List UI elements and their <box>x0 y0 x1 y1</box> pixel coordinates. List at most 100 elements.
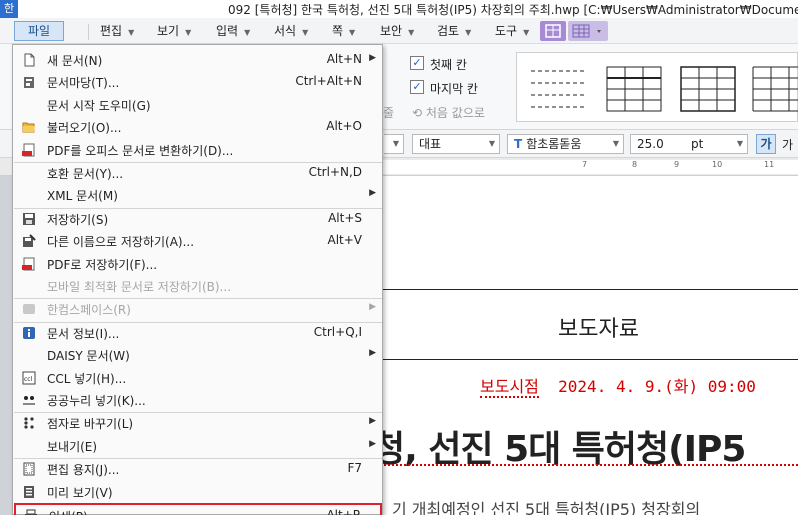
chevron-right-icon: ▶ <box>369 188 376 199</box>
menu-security[interactable]: 보안 ▼ <box>380 22 414 42</box>
menu-item-label: 문서 시작 도우미(G) <box>47 98 151 113</box>
table-grid-icon[interactable] <box>568 21 608 41</box>
file-menu-item-item-1-0[interactable]: 호환 문서(Y)... Ctrl+N,D <box>14 162 382 184</box>
menu-item-label: PDF를 오피스 문서로 변환하기(D)... <box>47 143 234 158</box>
chevron-down-icon: ▼ <box>392 139 399 148</box>
menu-label: 서식 <box>274 24 297 38</box>
preview-icon <box>22 485 36 499</box>
menu-insert[interactable]: 입력 ▼ <box>216 22 250 42</box>
file-menu-item-save-as[interactable]: 다른 이름으로 저장하기(A)... Alt+V <box>14 230 382 252</box>
table-styles-gallery <box>516 52 798 122</box>
doc-body-text: 기 개최예정인 선진 5대 특허청(IP5) 청장회의 <box>392 500 701 515</box>
table-style-grid[interactable] <box>677 63 739 115</box>
table-style-partial[interactable] <box>749 63 798 115</box>
chevron-down-icon: ▼ <box>465 28 472 37</box>
font-size-select[interactable]: 25.0 pt ▼ <box>630 134 748 154</box>
menu-item-shortcut: F7 <box>347 461 362 476</box>
file-menu-item-ccl[interactable]: ccl CCL 넣기(H)... <box>14 367 382 389</box>
menu-label: 쪽 <box>332 24 344 38</box>
menu-item-label: 불러오기(O)... <box>47 121 122 136</box>
file-menu-item-item-4-1[interactable]: DAISY 문서(W) ▶ <box>14 344 382 366</box>
ruler-tick: 9 <box>674 160 680 169</box>
file-menu-item-open-folder[interactable]: 불러오기(O)... Alt+O <box>14 116 382 138</box>
table-style-bold-rows[interactable] <box>603 63 665 115</box>
menu-label: 보기 <box>157 24 180 38</box>
table-style-dashed[interactable] <box>527 63 589 115</box>
menu-item-label: DAISY 문서(W) <box>47 349 130 364</box>
file-menu-item-preview[interactable]: 미리 보기(V) <box>14 481 382 503</box>
table-edit-icon[interactable] <box>540 21 566 41</box>
chevron-down-icon: ▼ <box>302 28 309 37</box>
chevron-right-icon: ▶ <box>369 302 376 313</box>
chevron-right-icon: ▶ <box>369 348 376 359</box>
menu-item-shortcut: Alt+O <box>326 119 362 134</box>
last-column-checkbox[interactable]: ✓ <box>410 80 424 94</box>
file-menu-item-item-2-3: 모바일 최적화 문서로 저장하기(B)... <box>14 275 382 297</box>
font-select[interactable]: T 함초롬돋움 ▼ <box>507 134 624 154</box>
menu-item-label: 호환 문서(Y)... <box>47 167 124 181</box>
ruler-tick: 8 <box>632 160 638 169</box>
chevron-down-icon: ▼ <box>185 28 192 37</box>
menu-item-shortcut: Alt+S <box>328 210 362 225</box>
bold-button[interactable]: 가 <box>756 134 776 154</box>
file-menu-item-item-0-2[interactable]: 문서 시작 도우미(G) <box>14 94 382 116</box>
paragraph-style-select[interactable]: 대표 ▼ <box>412 134 500 154</box>
file-menu-item-braille[interactable]: 점자로 바꾸기(L) ▶ <box>14 412 382 434</box>
font-size-unit: pt <box>691 137 704 151</box>
menu-format[interactable]: 서식 ▼ <box>274 22 308 42</box>
file-menu-item-template[interactable]: 문서마당(T)... Ctrl+Alt+N <box>14 71 382 93</box>
menu-item-label: 모바일 최적화 문서로 저장하기(B)... <box>47 280 232 294</box>
chevron-down-icon: ▼ <box>128 28 135 37</box>
menu-item-label: 문서마당(T)... <box>47 76 120 91</box>
template-icon <box>22 75 36 89</box>
menu-item-label: XML 문서(M) <box>47 189 118 204</box>
file-menu-item-page-setup[interactable]: 편집 용지(J)... F7 <box>14 458 382 480</box>
reset-value-button[interactable]: ⟲ 처음 값으로 <box>412 104 485 121</box>
file-menu-item-info[interactable]: 문서 정보(I)... Ctrl+Q,I <box>14 322 382 344</box>
headline-underline <box>372 464 798 466</box>
save-icon <box>22 212 36 226</box>
menu-item-shortcut: Alt+N <box>326 52 362 66</box>
menu-item-label: 한컴스페이스(R) <box>47 303 131 318</box>
last-column-label: 마지막 칸 <box>430 82 478 96</box>
menu-review[interactable]: 검토 ▼ <box>437 22 471 42</box>
file-menu-item-print[interactable]: 인쇄(P)... Alt+P <box>14 503 382 515</box>
page-setup-icon <box>22 462 36 476</box>
document-page[interactable]: 보도자료 보도시점 2024. 4. 9.(화) 09:00 청, 선진 5대 … <box>372 176 798 515</box>
pdf-convert-icon <box>22 143 36 157</box>
chevron-down-icon: ▼ <box>244 28 251 37</box>
first-column-checkbox[interactable]: ✓ <box>410 56 424 70</box>
font-size-value: 25.0 <box>637 137 664 151</box>
menu-label: 편집 <box>100 24 123 38</box>
font-type-icon: T <box>514 137 523 151</box>
menu-page[interactable]: 쪽 ▼ <box>332 22 355 42</box>
menu-item-label: 문서 정보(I)... <box>47 326 120 341</box>
file-menu-item-hancom-space: 한컴스페이스(R) ▶ <box>14 298 382 320</box>
open-license-icon <box>22 393 36 407</box>
menu-file[interactable]: 파일 <box>14 21 64 41</box>
title-top-rule <box>372 289 798 290</box>
menu-item-label: 점자로 바꾸기(L) <box>47 417 134 432</box>
menu-item-label: 미리 보기(V) <box>47 485 113 500</box>
ruler-scale: 7 8 9 10 11 <box>380 160 798 174</box>
menu-tools[interactable]: 도구 ▼ <box>495 22 529 42</box>
chevron-down-icon: ▼ <box>488 139 495 148</box>
menu-item-shortcut: Ctrl+Alt+N <box>295 74 362 89</box>
file-menu-item-open-license[interactable]: 공공누리 넣기(K)... <box>14 389 382 411</box>
file-menu-item-item-1-1[interactable]: XML 문서(M) ▶ <box>14 184 382 206</box>
menu-item-label: 편집 용지(J)... <box>47 463 120 478</box>
menu-label: 도구 <box>495 24 518 38</box>
file-menu-item-save[interactable]: 저장하기(S) Alt+S <box>14 208 382 230</box>
menu-view[interactable]: 보기 ▼ <box>157 22 191 42</box>
ccl-icon: ccl <box>22 371 36 385</box>
file-menu-item-new-document[interactable]: 새 문서(N) Alt+N ▶ <box>14 49 382 71</box>
prev-combo-edge[interactable]: ▼ <box>384 134 404 154</box>
new-document-icon <box>22 53 36 67</box>
menu-item-label: 다른 이름으로 저장하기(A)... <box>47 235 195 250</box>
info-icon <box>22 326 36 340</box>
italic-button[interactable]: 가 <box>782 136 793 153</box>
file-menu-item-pdf-save[interactable]: PDF로 저장하기(F)... <box>14 253 382 275</box>
file-menu-item-pdf-convert[interactable]: PDF를 오피스 문서로 변환하기(D)... <box>14 139 382 161</box>
file-menu-item-item-5-1[interactable]: 보내기(E) ▶ <box>14 435 382 457</box>
menu-edit[interactable]: 편집 ▼ <box>100 22 134 42</box>
